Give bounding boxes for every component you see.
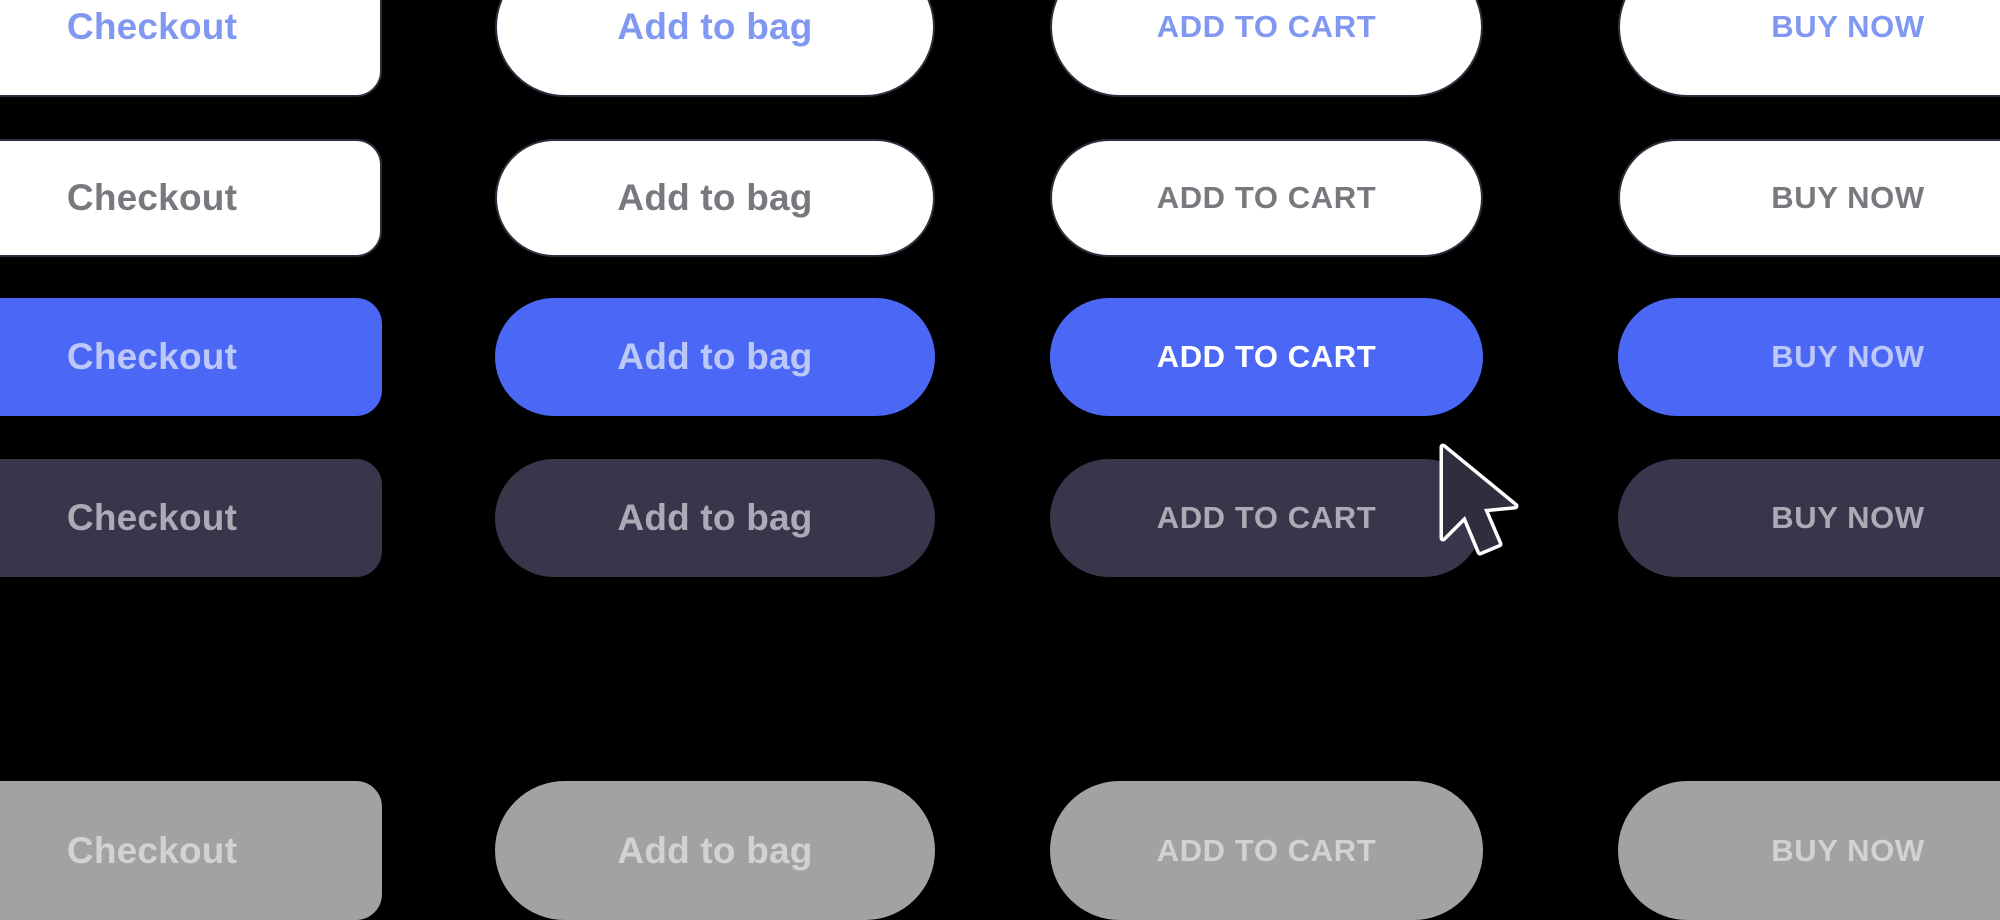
button-label: BUY NOW bbox=[1771, 339, 1925, 374]
button-label: BUY NOW bbox=[1771, 500, 1925, 535]
checkout-button-dark[interactable]: Checkout bbox=[0, 459, 382, 577]
buy-now-button-dark[interactable]: BUY NOW bbox=[1618, 459, 2000, 577]
button-state-grid: Checkout Add to bag ADD TO CART BUY NOW … bbox=[0, 0, 2000, 920]
button-label: BUY NOW bbox=[1771, 180, 1925, 215]
button-label: ADD TO CART bbox=[1156, 339, 1377, 374]
buy-now-button-disabled[interactable]: BUY NOW bbox=[1618, 781, 2000, 920]
add-to-cart-button-outline-neutral[interactable]: ADD TO CART bbox=[1050, 139, 1483, 257]
button-label: Add to bag bbox=[617, 497, 813, 538]
button-label: ADD TO CART bbox=[1156, 832, 1377, 868]
button-label: Add to bag bbox=[617, 6, 813, 47]
add-to-cart-button-outline-accent[interactable]: ADD TO CART bbox=[1050, 0, 1483, 97]
buy-now-button-outline-accent[interactable]: BUY NOW bbox=[1618, 0, 2000, 97]
checkout-button-disabled[interactable]: Checkout bbox=[0, 781, 382, 920]
add-to-bag-button-outline-accent[interactable]: Add to bag bbox=[495, 0, 935, 97]
add-to-bag-button-dark[interactable]: Add to bag bbox=[495, 459, 935, 577]
checkout-button-outline-accent[interactable]: Checkout bbox=[0, 0, 382, 97]
checkout-button-outline-neutral[interactable]: Checkout bbox=[0, 139, 382, 257]
button-label: Checkout bbox=[66, 6, 238, 47]
checkout-button-primary[interactable]: Checkout bbox=[0, 298, 382, 416]
button-label: ADD TO CART bbox=[1156, 9, 1377, 44]
add-to-cart-button-disabled[interactable]: ADD TO CART bbox=[1050, 781, 1483, 920]
button-label: BUY NOW bbox=[1771, 9, 1925, 44]
button-label: Checkout bbox=[66, 829, 238, 871]
buy-now-button-outline-neutral[interactable]: BUY NOW bbox=[1618, 139, 2000, 257]
button-label: BUY NOW bbox=[1771, 832, 1925, 868]
add-to-cart-button-dark[interactable]: ADD TO CART bbox=[1050, 459, 1483, 577]
add-to-bag-button-disabled[interactable]: Add to bag bbox=[495, 781, 935, 920]
button-label: Checkout bbox=[66, 497, 238, 538]
button-label: Add to bag bbox=[617, 336, 813, 377]
buy-now-button-primary[interactable]: BUY NOW bbox=[1618, 298, 2000, 416]
button-label: Checkout bbox=[66, 177, 238, 218]
button-label: Checkout bbox=[66, 336, 238, 377]
button-label: Add to bag bbox=[617, 177, 813, 218]
button-label: Add to bag bbox=[617, 829, 813, 871]
add-to-bag-button-primary[interactable]: Add to bag bbox=[495, 298, 935, 416]
add-to-bag-button-outline-neutral[interactable]: Add to bag bbox=[495, 139, 935, 257]
button-label: ADD TO CART bbox=[1156, 180, 1377, 215]
add-to-cart-button-primary-hovered[interactable]: ADD TO CART bbox=[1050, 298, 1483, 416]
button-label: ADD TO CART bbox=[1156, 500, 1377, 535]
